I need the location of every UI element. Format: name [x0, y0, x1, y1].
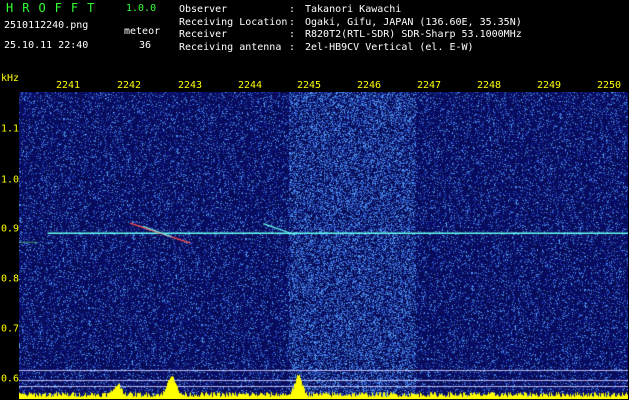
- info-key: Receiving antenna: [179, 41, 282, 53]
- x-tick-label: 2249: [536, 80, 562, 91]
- file-name: 2510112240.png: [4, 20, 89, 31]
- app-title: HROFFT: [6, 1, 104, 15]
- meteor-count: 36: [139, 40, 152, 51]
- station-info: Observer: Takanori Kawachi Receiving Loca…: [179, 4, 522, 54]
- x-tick-label: 2244: [237, 80, 263, 91]
- y-tick-label: 0.6: [1, 373, 20, 385]
- info-separator: :: [289, 16, 296, 28]
- x-tick-label: 2241: [55, 80, 81, 91]
- info-key: Receiver: [179, 29, 228, 40]
- y-tick-label: 0.8: [1, 273, 20, 285]
- timestamp: 25.10.11 22:40: [4, 40, 89, 51]
- y-tick-label: 0.7: [1, 323, 20, 335]
- y-tick-label: 0.9: [1, 223, 20, 235]
- info-separator: :: [289, 4, 296, 15]
- x-tick-label: 2242: [116, 80, 142, 91]
- info-separator: :: [289, 41, 296, 53]
- x-tick-label: 2246: [356, 80, 382, 91]
- x-tick-label: 2248: [476, 80, 502, 91]
- info-separator: :: [289, 29, 296, 40]
- x-tick-label: 2250: [596, 80, 622, 91]
- info-value: R820T2(RTL-SDR) SDR-Sharp 53.1000MHz: [305, 29, 522, 40]
- hrofft-window: HROFFT 1.0.0 2510112240.png 25.10.11 22:…: [0, 0, 629, 400]
- y-tick-label: 1.0: [1, 174, 20, 186]
- info-row-receiver: Receiver: R820T2(RTL-SDR) SDR-Sharp 53.10…: [179, 29, 522, 42]
- info-row-observer: Observer: Takanori Kawachi: [179, 4, 522, 17]
- info-value: Takanori Kawachi: [305, 4, 402, 15]
- x-tick-label: 2245: [296, 80, 322, 91]
- info-row-antenna: Receiving antenna:2el-HB9CV Vertical (el…: [179, 42, 522, 55]
- x-tick-label: 2243: [177, 80, 203, 91]
- y-tick-label: 1.1: [1, 123, 20, 135]
- info-key: Receiving Location: [179, 16, 288, 28]
- info-value: 2el-HB9CV Vertical (el. E-W): [305, 41, 474, 53]
- spectrogram-plot: [19, 92, 628, 399]
- info-value: Ogaki, Gifu, JAPAN (136.60E, 35.35N): [305, 16, 522, 28]
- meteor-label: meteor: [124, 26, 161, 37]
- x-tick-label: 2247: [416, 80, 442, 91]
- info-key: Observer: [179, 4, 228, 15]
- app-version: 1.0.0: [126, 3, 157, 14]
- info-row-location: Receiving Location: Ogaki, Gifu, JAPAN (1…: [179, 17, 522, 30]
- y-axis-unit: kHz: [1, 73, 20, 84]
